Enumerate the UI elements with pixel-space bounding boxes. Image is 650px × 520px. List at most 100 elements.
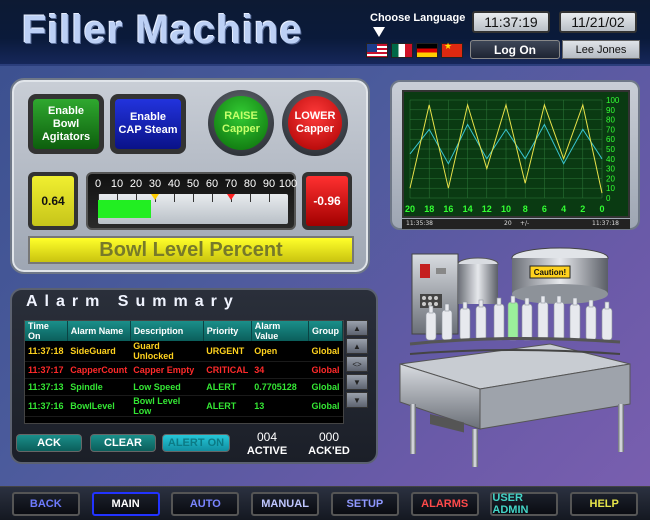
gauge-tick-label: 30 (148, 178, 162, 190)
trend-plusminus-button[interactable]: +/- (520, 220, 529, 227)
alarm-cell-priority: URGENT (203, 341, 252, 362)
acked-count-value: 000 (318, 430, 340, 444)
scroll-up-button[interactable]: ▲ (346, 338, 368, 354)
germany-flag-icon[interactable] (416, 43, 438, 58)
us-flag-icon[interactable] (366, 43, 388, 58)
trend-y-tick: 0 (606, 194, 611, 203)
alarm-cell-name: SideGuard (67, 341, 131, 362)
alarm-row[interactable]: 11:37:16 BowlLevel Bowl Level Low ALERT 13 Gl… (25, 395, 343, 417)
alarm-cell-name: BowlLevel (67, 395, 131, 417)
alarm-table: Time On Alarm Name Description Priority Alar… (24, 320, 344, 424)
clock-time: 11:37:19 (472, 11, 550, 33)
trend-x-tick: 20 (405, 204, 415, 214)
gauge-scale (98, 194, 288, 224)
lower-capper-button[interactable]: LOWER Capper (282, 90, 348, 156)
alarm-cell-priority: ALERT (203, 378, 252, 396)
active-count: 004 ACTIVE (244, 430, 290, 458)
trend-x-tick: 18 (424, 204, 434, 214)
gauge-tick-label: 0 (94, 178, 102, 190)
alarm-row[interactable]: 11:37:18 SideGuard Guard Unlocked URGENT Ope… (25, 341, 343, 362)
alarm-column-header[interactable]: Priority (203, 321, 252, 341)
ack-button[interactable]: ACK (16, 434, 82, 452)
enable-cap-steam-label: Enable CAP Steam (115, 99, 181, 149)
bottom-nav-bar: BACK MAIN AUTO MANUAL SETUP ALARMS USER ADMIN H… (0, 486, 650, 520)
trend-span: 20 (504, 220, 512, 227)
alarm-column-header[interactable]: Group (308, 321, 343, 341)
left-value: 0.64 (32, 176, 74, 226)
alarm-cell-name: Spindle (67, 378, 131, 396)
left-value-box: 0.64 (28, 172, 78, 230)
nav-alarms-button[interactable]: ALARMS (410, 492, 479, 516)
alarm-cell-group: Global (308, 395, 343, 417)
raise-capper-button[interactable]: RAISE Capper (208, 90, 274, 156)
header-bar: Filler Machine Choose Language 11:37:19 … (0, 0, 650, 66)
alarm-cell-name: CapperCount (67, 361, 131, 379)
nav-setup-button[interactable]: SETUP (330, 492, 399, 516)
trend-x-tick: 14 (463, 204, 473, 214)
scroll-toggle-button[interactable]: <> (346, 356, 368, 372)
alarm-row-empty (25, 416, 343, 423)
gauge-tick-labels: 0 10 20 30 40 50 60 70 80 90 100 (94, 178, 297, 192)
active-count-value: 004 (256, 430, 278, 444)
clear-button[interactable]: CLEAR (90, 434, 156, 452)
clock-date: 11/21/02 (559, 11, 637, 33)
nav-help-button[interactable]: HELP (570, 492, 639, 516)
alarm-column-header[interactable]: Alarm Name (67, 321, 131, 341)
alarm-table-header: Time On Alarm Name Description Priority Alar… (25, 321, 343, 341)
trend-y-tick: 40 (606, 155, 615, 164)
alarm-cell-time: 11:37:18 (25, 341, 68, 362)
gauge-tick-label: 70 (224, 178, 238, 190)
trend-panel: 100 90 80 70 60 50 40 30 20 10 0 20 18 16 14 12 10 8 6 4 2 0 … (390, 80, 640, 230)
gauge-tick-label: 80 (243, 178, 257, 190)
trend-y-tick: 60 (606, 135, 615, 144)
nav-manual-button[interactable]: MANUAL (251, 492, 320, 516)
alarm-summary-panel: Alarm Summary Time On Alarm Name Descripti… (10, 288, 378, 464)
trend-y-tick: 100 (606, 96, 620, 105)
nav-back-button[interactable]: BACK (11, 492, 80, 516)
language-label: Choose Language (370, 12, 466, 24)
alarm-cell-value: 13 (251, 395, 309, 417)
china-flag-icon[interactable] (441, 42, 463, 58)
nav-auto-button[interactable]: AUTO (171, 492, 240, 516)
language-arrow-icon (373, 27, 385, 37)
right-value-box: -0.96 (302, 172, 352, 230)
app-title: Filler Machine (22, 8, 303, 52)
alarm-row[interactable]: 11:37:17 CapperCount Capper Empty CRITICAL 3… (25, 361, 343, 379)
alarm-cell-group: Global (308, 341, 343, 362)
trend-y-tick: 80 (606, 116, 615, 125)
alarm-column-header[interactable]: Time On (25, 321, 68, 341)
alarm-on-button[interactable]: ALERT ON (162, 434, 230, 452)
trend-y-tick: 70 (606, 125, 615, 134)
alarm-row[interactable]: 11:37:13 Spindle Low Speed ALERT 0.7705128 Gl… (25, 378, 343, 396)
trend-y-tick: 90 (606, 106, 615, 115)
trend-x-tick: 12 (482, 204, 492, 214)
alarm-summary-title: Alarm Summary (26, 293, 240, 310)
logon-button[interactable]: Log On (470, 40, 560, 59)
alarm-column-header[interactable]: Alarm Value (251, 321, 309, 341)
alarm-cell-value: 0.7705128 (251, 378, 309, 396)
scroll-bottom-button[interactable]: ▼ (346, 392, 368, 408)
trend-x-tick: 0 (599, 204, 604, 214)
alarm-cell-priority: CRITICAL (203, 361, 252, 379)
bowl-level-label: Bowl Level Percent (28, 236, 354, 264)
alarm-column-header[interactable]: Description (130, 321, 204, 341)
trend-x-tick: 10 (501, 204, 511, 214)
trend-x-tick: 8 (523, 204, 528, 214)
current-user: Lee Jones (562, 40, 640, 59)
enable-bowl-agitators-button[interactable]: Enable Bowl Agitators (28, 94, 104, 154)
alarm-cell-time: 11:37:16 (25, 395, 68, 417)
mexico-flag-icon[interactable] (391, 43, 413, 58)
trend-x-tick: 6 (542, 204, 547, 214)
bowl-level-gauge: 0 10 20 30 40 50 60 70 80 90 100 (86, 172, 297, 230)
scroll-down-button[interactable]: ▼ (346, 374, 368, 390)
nav-user-admin-button[interactable]: USER ADMIN (490, 492, 559, 516)
trend-chart-svg: 100908070605040302010020 18 16 14 12 10 8 6 4 2 0 (405, 96, 620, 214)
trend-footer: 11:35:38 20 +/- 11:37:18 (402, 219, 630, 229)
nav-main-button[interactable]: MAIN (91, 492, 160, 516)
alarm-cell-priority: ALERT (203, 395, 252, 417)
filler-machine-illustration: Caution! (399, 247, 631, 467)
enable-cap-steam-button[interactable]: Enable CAP Steam (110, 94, 186, 154)
trend-x-tick: 4 (561, 204, 566, 214)
scroll-top-button[interactable]: ▲ (346, 320, 368, 336)
trend-end-time: 11:37:18 (592, 220, 619, 227)
